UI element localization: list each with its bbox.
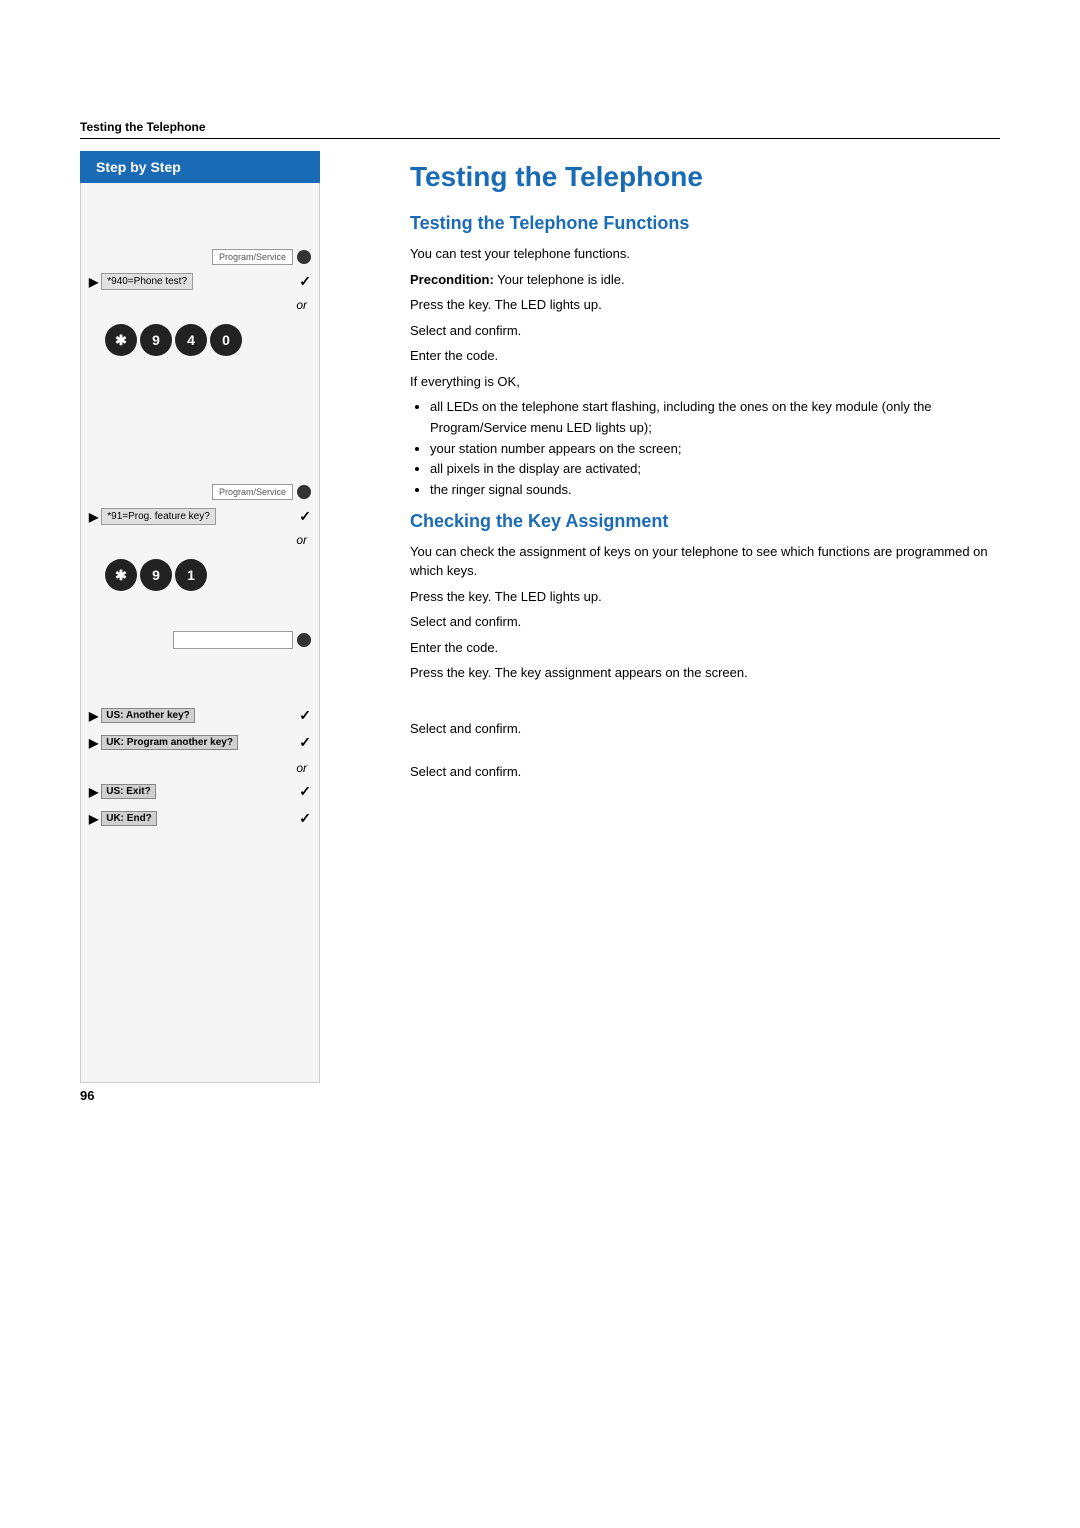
arrow-4: ▶ xyxy=(89,736,98,750)
spacer3 xyxy=(89,603,311,623)
sidebar-gap-1 xyxy=(89,368,311,398)
section-title-1: Testing the Telephone Functions xyxy=(410,213,1000,234)
us-another-key: US: Another key? xyxy=(101,708,195,723)
uk-another-row: ▶ UK: Program another key? ✓ xyxy=(89,734,311,751)
section-label: Testing the Telephone xyxy=(80,120,1000,139)
page-title: Testing the Telephone xyxy=(410,161,1000,193)
spacer1b xyxy=(89,221,311,241)
arrow-2: ▶ xyxy=(89,510,98,524)
blank-key-row xyxy=(89,631,311,649)
bullet-3: all pixels in the display are activated; xyxy=(430,459,1000,480)
instruction-6: Enter the code. xyxy=(410,638,1000,658)
icon-0-1: 0 xyxy=(210,324,242,356)
arrow-3: ▶ xyxy=(89,709,98,723)
or-text-1: or xyxy=(89,298,311,312)
checkmark-1: ✓ xyxy=(299,273,311,290)
service-key-row-2: Program/Service xyxy=(89,484,311,500)
spacer4 xyxy=(89,657,311,677)
us-another-row: ▶ US: Another key? ✓ xyxy=(89,707,311,724)
checkmark-2: ✓ xyxy=(299,508,311,525)
icon-4-1: 4 xyxy=(175,324,207,356)
icon-circles-row-2: ✱ 9 1 xyxy=(105,559,311,591)
icon-circles-row-1: ✱ 9 4 0 xyxy=(105,324,311,356)
or-text-2: or xyxy=(89,533,311,547)
instruction-1: Press the key. The LED lights up. xyxy=(410,295,1000,315)
bullet-2: your station number appears on the scree… xyxy=(430,439,1000,460)
spacer1 xyxy=(89,193,311,213)
checkmark-5: ✓ xyxy=(299,783,311,800)
icon-9-2: 9 xyxy=(140,559,172,591)
uk-end-row: ▶ UK: End? ✓ xyxy=(89,810,311,827)
precondition-rest: Your telephone is idle. xyxy=(494,272,625,287)
precondition-bold: Precondition: xyxy=(410,272,494,287)
ok-list: all LEDs on the telephone start flashing… xyxy=(430,397,1000,501)
checkmark-4: ✓ xyxy=(299,734,311,751)
instruction-3: Enter the code. xyxy=(410,346,1000,366)
arrow-1: ▶ xyxy=(89,275,98,289)
page-header: Testing the Telephone xyxy=(80,120,1000,139)
if-ok: If everything is OK, xyxy=(410,372,1000,392)
body-text-1: You can test your telephone functions. xyxy=(410,244,1000,264)
uk-end-key: UK: End? xyxy=(101,811,157,826)
instruction-4: Press the key. The LED lights up. xyxy=(410,587,1000,607)
arrow-5: ▶ xyxy=(89,785,98,799)
step-by-step-banner: Step by Step xyxy=(80,151,320,183)
led-circle-1 xyxy=(297,250,311,264)
or-text-3: or xyxy=(89,761,311,775)
arrow-6: ▶ xyxy=(89,812,98,826)
instruction-8: Select and confirm. xyxy=(410,719,1000,739)
instruction-5: Select and confirm. xyxy=(410,612,1000,632)
checkmark-3: ✓ xyxy=(299,707,311,724)
instruction-9: Select and confirm. xyxy=(410,762,1000,782)
service-key-label-1: Program/Service xyxy=(212,249,293,265)
main-content: Testing the Telephone Testing the Teleph… xyxy=(380,151,1000,1083)
uk-another-key: UK: Program another key? xyxy=(101,735,238,750)
spacer2b xyxy=(89,434,311,454)
blank-key xyxy=(173,631,293,649)
spacer4b xyxy=(89,685,311,699)
sidebar-inner: Program/Service ▶ *940=Phone test? ✓ or … xyxy=(80,183,320,1083)
bullet-1: all LEDs on the telephone start flashing… xyxy=(430,397,1000,439)
instruction-7: Press the key. The key assignment appear… xyxy=(410,663,1000,683)
page: Testing the Telephone Step by Step Progr… xyxy=(0,0,1080,1163)
phone-test-row: ▶ *940=Phone test? ✓ xyxy=(89,273,311,290)
phone-test-key: *940=Phone test? xyxy=(101,273,193,290)
section-title-2: Checking the Key Assignment xyxy=(410,511,1000,532)
sidebar: Step by Step Program/Service ▶ *940=Phon… xyxy=(80,151,380,1083)
led-circle-3 xyxy=(297,633,311,647)
spacer2 xyxy=(89,406,311,426)
icon-star-2: ✱ xyxy=(105,559,137,591)
led-circle-2 xyxy=(297,485,311,499)
spacer2c xyxy=(89,462,311,476)
icon-9-1: 9 xyxy=(140,324,172,356)
bullet-4: the ringer signal sounds. xyxy=(430,480,1000,501)
service-key-row-1: Program/Service xyxy=(89,249,311,265)
icon-1-2: 1 xyxy=(175,559,207,591)
us-exit-row: ▶ US: Exit? ✓ xyxy=(89,783,311,800)
checkmark-6: ✓ xyxy=(299,810,311,827)
prog-feature-row: ▶ *91=Prog. feature key? ✓ xyxy=(89,508,311,525)
content-area: Step by Step Program/Service ▶ *940=Phon… xyxy=(80,151,1000,1083)
icon-star-1: ✱ xyxy=(105,324,137,356)
prog-feature-key: *91=Prog. feature key? xyxy=(101,508,216,525)
service-key-label-2: Program/Service xyxy=(212,484,293,500)
precondition-text: Precondition: Your telephone is idle. xyxy=(410,270,1000,290)
page-number: 96 xyxy=(80,1088,94,1103)
instruction-2: Select and confirm. xyxy=(410,321,1000,341)
us-exit-key: US: Exit? xyxy=(101,784,155,799)
body-text-2: You can check the assignment of keys on … xyxy=(410,542,1000,581)
